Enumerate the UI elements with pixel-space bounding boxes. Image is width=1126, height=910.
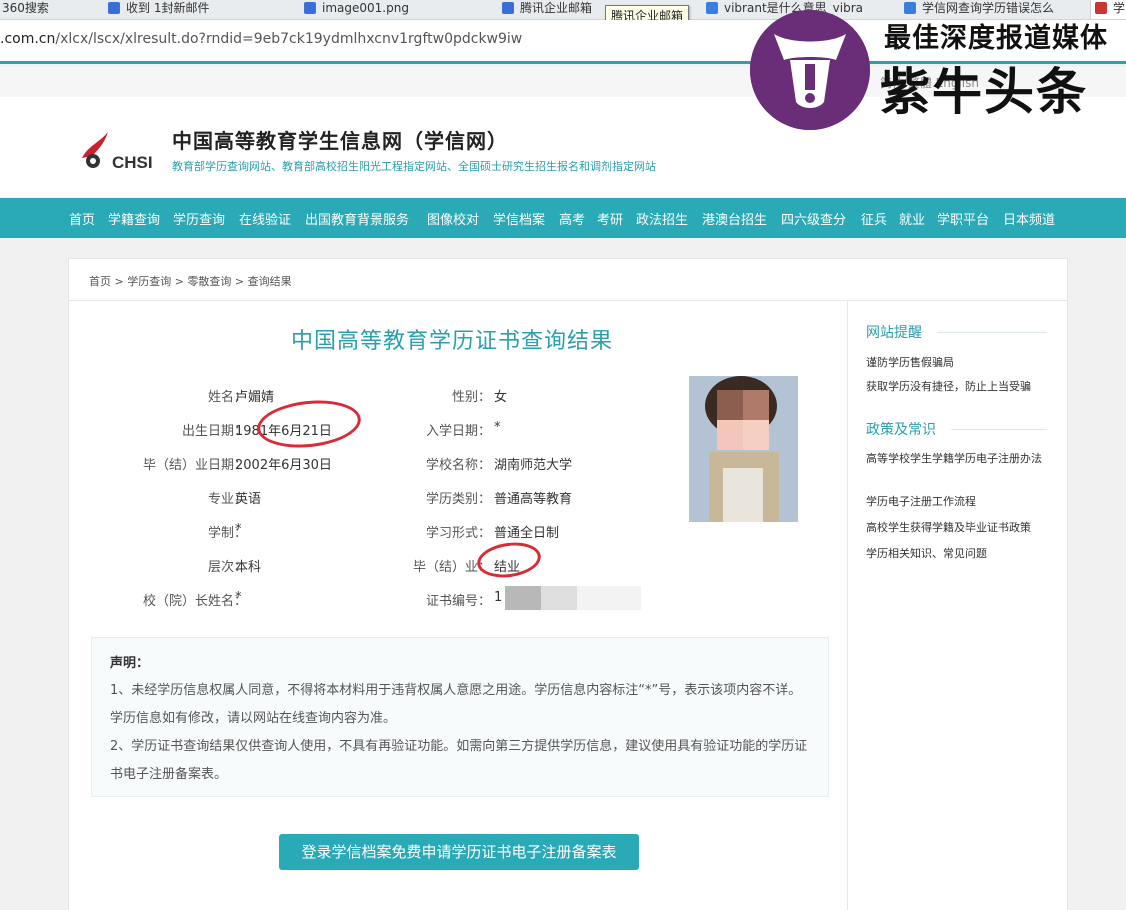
portrait-image [689, 376, 798, 522]
chsi-logo-text[interactable]: CHSI [112, 153, 153, 173]
dictionary-icon [706, 2, 718, 14]
field-value: 普通全日制 [494, 526, 560, 541]
sidebar-link[interactable]: 学历相关知识、常见问题 [866, 546, 1052, 562]
sidebar-link[interactable]: 高校学生获得学籍及毕业证书政策 [866, 520, 1052, 536]
sidebar-rule [937, 332, 1047, 333]
field-label: 毕（结）业日期： [142, 458, 247, 473]
tab-label: 学 [1113, 1, 1126, 15]
divider [69, 300, 1067, 301]
site-title: 中国高等教育学生信息网（学信网） [172, 129, 508, 153]
field-value: 本科 [235, 560, 262, 575]
nav-item[interactable]: 就业 [899, 209, 925, 228]
site-subtitle: 教育部学历查询网站、教育部高校招生阳光工程指定网站、全国硕士研究生招生报名和调剂… [172, 160, 656, 173]
nav-item[interactable]: 首页 [69, 209, 95, 228]
watermark-brand: 紫牛头条 [880, 63, 1088, 121]
field-value: 湖南师范大学 [494, 458, 573, 473]
field-value: 英语 [235, 492, 262, 507]
redaction-block [577, 586, 641, 610]
nav-item[interactable]: 在线验证 [239, 209, 291, 228]
sidebar-heading-policy: 政策及常识 [866, 422, 936, 438]
url-domain: .com.cn [0, 31, 56, 47]
sidebar-rule [951, 429, 1047, 430]
watermark-logo-icon [750, 10, 870, 130]
main-nav: 首页 学籍查询 学历查询 在线验证 出国教育背景服务 图像校对 学信档案 高考 … [0, 198, 1126, 238]
url-text[interactable]: .com.cn/xlcx/lscx/xlresult.do?rndid=9eb7… [0, 31, 522, 47]
sidebar-link[interactable]: 高等学校学生学籍学历电子注册办法 [866, 451, 1052, 467]
nav-item[interactable]: 港澳台招生 [702, 209, 767, 228]
mail-icon [108, 2, 120, 14]
url-path: /xlcx/lscx/xlresult.do?rndid=9eb7ck19ydm… [55, 31, 523, 47]
nav-item[interactable]: 学信档案 [493, 209, 545, 228]
browser-tab[interactable]: image001.png [300, 0, 490, 19]
sidebar-link[interactable]: 获取学历没有捷径，防止上当受骗 [866, 379, 1052, 395]
nav-item[interactable]: 政法招生 [636, 209, 688, 228]
mail-icon [304, 2, 316, 14]
browser-tab[interactable]: 收到 1封新邮件 [104, 0, 294, 19]
field-value: * [235, 522, 242, 537]
breadcrumb[interactable]: 首页 > 学历查询 > 零散查询 > 查询结果 [89, 273, 292, 289]
tab-label: image001.png [322, 1, 409, 15]
field-value: 卢媚婧 [235, 390, 275, 405]
field-label: 学历类别： [425, 492, 491, 507]
watermark-tagline: 最佳深度报道媒体 [884, 23, 1108, 54]
bull-head-icon [750, 10, 870, 130]
sidebar-link[interactable]: 谨防学历售假骗局 [866, 355, 1052, 371]
field-label: 性别： [451, 390, 491, 405]
field-value: 女 [494, 390, 508, 405]
nav-item[interactable]: 学籍查询 [108, 209, 160, 228]
sidebar-divider [847, 301, 848, 910]
nav-item[interactable]: 日本频道 [1003, 209, 1055, 228]
field-label: 校（院）长姓名： [142, 594, 247, 609]
paw-icon [904, 2, 916, 14]
tab-label: 360搜索 [2, 1, 49, 15]
result-title: 中国高等教育学历证书查询结果 [291, 329, 614, 354]
tab-label: 腾讯企业邮箱 [520, 1, 593, 15]
apply-registration-form-button[interactable]: 登录学信档案免费申请学历证书电子注册备案表 [279, 834, 639, 870]
tab-label: 收到 1封新邮件 [126, 1, 210, 15]
disclaimer-paragraph: 2、学历证书查询结果仅供查询人使用，不具有再验证功能。如需向第三方提供学历信息，… [110, 739, 808, 782]
nav-item[interactable]: 高考 [559, 209, 585, 228]
field-label: 学校名称： [425, 458, 491, 473]
chsi-favicon-icon [1095, 2, 1107, 14]
result-panel: 首页 > 学历查询 > 零散查询 > 查询结果 中国高等教育学历证书查询结果 姓… [68, 258, 1068, 910]
chsi-logo-icon[interactable] [78, 128, 110, 172]
browser-tab[interactable]: 360搜索 [0, 0, 94, 19]
field-label: 学习形式： [425, 526, 491, 541]
redaction-block [505, 586, 541, 610]
nav-item[interactable]: 出国教育背景服务 [305, 209, 409, 228]
sidebar-link[interactable]: 学历电子注册工作流程 [866, 494, 1052, 510]
mail-icon [502, 2, 514, 14]
nav-item[interactable]: 四六级查分 [781, 209, 846, 228]
disclaimer-box: 声明： 1、未经学历信息权属人同意，不得将本材料用于违背权属人意愿之用途。学历信… [91, 637, 829, 797]
field-value: * [235, 590, 242, 605]
nav-item[interactable]: 征兵 [861, 209, 887, 228]
nav-item[interactable]: 图像校对 [427, 209, 479, 228]
field-value: * [494, 420, 501, 435]
field-label: 入学日期： [425, 424, 491, 439]
tab-label: 学信网查询学历错误怎么 [922, 1, 1055, 15]
nav-item[interactable]: 考研 [597, 209, 623, 228]
field-value: 2002年6月30日 [235, 458, 332, 473]
sidebar-heading-reminder: 网站提醒 [866, 325, 922, 341]
field-label: 证书编号： [425, 594, 491, 609]
nav-item[interactable]: 学历查询 [173, 209, 225, 228]
disclaimer-title: 声明： [110, 656, 150, 671]
field-value: 1 [494, 590, 503, 605]
student-photo [689, 376, 798, 522]
field-value: 普通高等教育 [494, 492, 573, 507]
disclaimer-paragraph: 1、未经学历信息权属人同意，不得将本材料用于违背权属人意愿之用途。学历信息内容标… [110, 683, 802, 726]
nav-item[interactable]: 学职平台 [937, 209, 989, 228]
redaction-block [541, 586, 577, 610]
